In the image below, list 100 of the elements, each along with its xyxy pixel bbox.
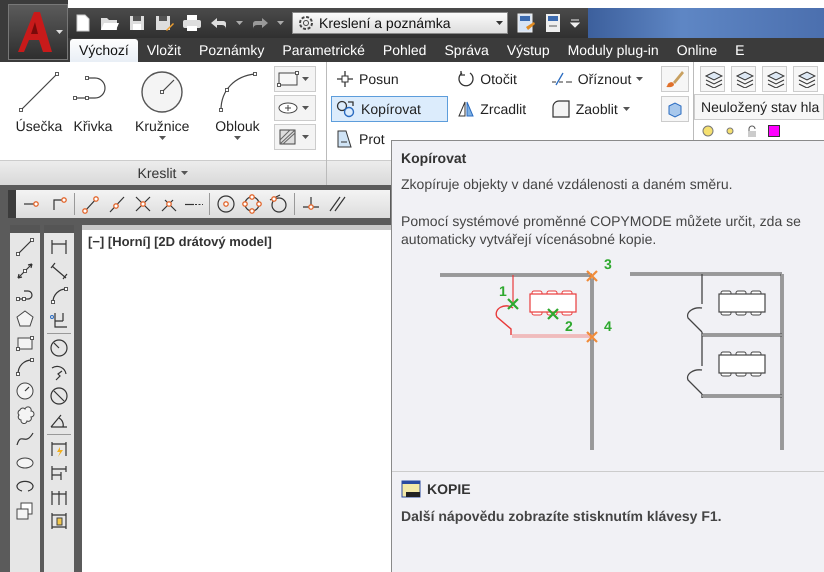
tangent-icon (268, 194, 288, 214)
caret-icon (181, 171, 188, 175)
modify-tool-button[interactable]: Oříznout (546, 66, 657, 92)
linear-dimension-icon (49, 237, 69, 257)
application-menu-button[interactable] (8, 4, 68, 60)
caret-icon (302, 135, 310, 139)
brush-icon (665, 69, 685, 89)
layer-tool-button[interactable] (731, 66, 756, 92)
save-icon (128, 14, 146, 32)
ellipse-split-button[interactable] (274, 95, 316, 121)
baseline-icon (49, 463, 69, 483)
layer-tool-button[interactable] (793, 66, 818, 92)
endpoint-line-icon (81, 194, 101, 214)
customize-icon (570, 18, 580, 28)
caret-icon (236, 21, 243, 25)
line-icon (15, 237, 35, 257)
ribbon-tab[interactable]: Online (668, 39, 726, 62)
rotate-icon (457, 70, 476, 88)
parallel-icon (327, 194, 347, 214)
ribbon-tab[interactable]: E (726, 39, 754, 62)
point-label: 3 (604, 256, 612, 272)
center-icon (216, 194, 236, 214)
toolbar-icon (544, 13, 562, 33)
draw-tool-button[interactable]: Křivka (68, 66, 118, 160)
ribbon-tab[interactable]: Vložit (138, 39, 190, 62)
extension-icon (185, 202, 203, 206)
ribbon-tab[interactable]: Poznámky (190, 39, 274, 62)
ribbon-tab[interactable]: Výchozí (70, 39, 138, 62)
toolbar-grip[interactable] (44, 225, 74, 233)
point-label: 1 (499, 283, 507, 299)
new-icon (74, 14, 92, 32)
tooltip-note: Pomocí systémové proměnné COPYMODE můžete určit, zda se automaticky vytvářejí vícenásobné kopie. (400, 212, 802, 248)
tooltip-title: Kopírovat (400, 149, 468, 166)
copy-icon (336, 100, 356, 118)
workspace-settings-icon (516, 13, 536, 33)
revision-cloud-icon (15, 405, 35, 425)
circle-icon (15, 381, 35, 401)
layer-previous-icon (796, 70, 816, 88)
panel-title[interactable]: Kreslit (0, 160, 326, 185)
bulb-icon (702, 125, 714, 137)
layer-match-icon (764, 70, 784, 88)
caret-icon (302, 106, 310, 110)
tooltip-description: Zkopíruje objekty v dané vzdálenosti a daném směru. (400, 175, 734, 192)
caret-icon (277, 21, 284, 25)
rectangle-icon (15, 333, 35, 353)
modify-tool-button[interactable]: Zrcadlit (452, 96, 542, 122)
trim-icon (550, 72, 573, 86)
modify-tool-button[interactable]: Otočit (452, 66, 542, 92)
rectangle-split-button[interactable] (274, 66, 316, 92)
ribbon-tab[interactable]: Správa (435, 39, 498, 62)
draw-tool-button[interactable]: Oblouk (212, 66, 262, 160)
lock-icon (746, 125, 758, 137)
insert-block-icon (15, 501, 35, 521)
modify-tool-button[interactable]: Zaoblit (546, 96, 657, 122)
quadrant-icon (242, 194, 262, 214)
toolbar-grip[interactable] (10, 225, 40, 233)
quick-dimension-icon (49, 439, 69, 459)
workspace-dropdown[interactable]: Kreslení a poznámka (292, 12, 508, 34)
intersection-icon (133, 194, 153, 214)
rectangle-icon (277, 70, 300, 88)
fillet-icon (550, 99, 571, 119)
point-label: 2 (565, 318, 573, 334)
layer-tool-button[interactable] (762, 66, 787, 92)
layer-tool-button[interactable] (700, 66, 725, 92)
explode-button[interactable] (661, 96, 689, 122)
construction-line-icon (15, 261, 35, 281)
layer-properties-icon (702, 70, 722, 88)
draw-tool-button[interactable]: Kružnice (134, 66, 190, 160)
arc-icon (15, 357, 35, 377)
undo-icon (210, 16, 228, 30)
ribbon-tab[interactable]: Výstup (498, 39, 559, 62)
print-icon (182, 14, 202, 32)
polygon-icon (15, 309, 35, 329)
move-icon (336, 70, 354, 88)
dimension-space-icon (49, 511, 69, 531)
draw-tool-button[interactable]: Úsečka (14, 66, 64, 160)
layers-icon (734, 70, 754, 88)
layer-state-dropdown[interactable]: Neuložený stav hla (694, 94, 824, 120)
point-label: 4 (604, 318, 612, 334)
stretch-icon (336, 129, 354, 149)
sun-icon (724, 125, 736, 137)
save-as-icon (154, 14, 174, 32)
erase-button[interactable] (661, 66, 689, 92)
modify-tool-button[interactable]: Kopírovat (331, 96, 448, 122)
caret-icon (56, 30, 62, 34)
ribbon-tab[interactable]: Parametrické (273, 39, 374, 62)
radius-icon (49, 338, 69, 358)
caret-icon (302, 77, 310, 81)
redo-icon (251, 16, 269, 30)
hatch-split-button[interactable] (274, 124, 316, 150)
help-hint: Další nápovědu zobrazíte stisknutím klávesy F1. (400, 507, 723, 524)
caret-icon (496, 21, 503, 25)
ribbon-tab[interactable]: Pohled (374, 39, 436, 62)
command-icon (401, 480, 421, 498)
modify-tool-button[interactable]: Posun (331, 66, 448, 92)
ribbon-tab[interactable]: Moduly plug-in (558, 39, 668, 62)
toolbar-grip[interactable] (8, 190, 16, 218)
diameter-icon (49, 386, 69, 406)
command-name: KOPIE (427, 481, 471, 497)
modify-tool-button[interactable]: Prot (331, 126, 448, 152)
